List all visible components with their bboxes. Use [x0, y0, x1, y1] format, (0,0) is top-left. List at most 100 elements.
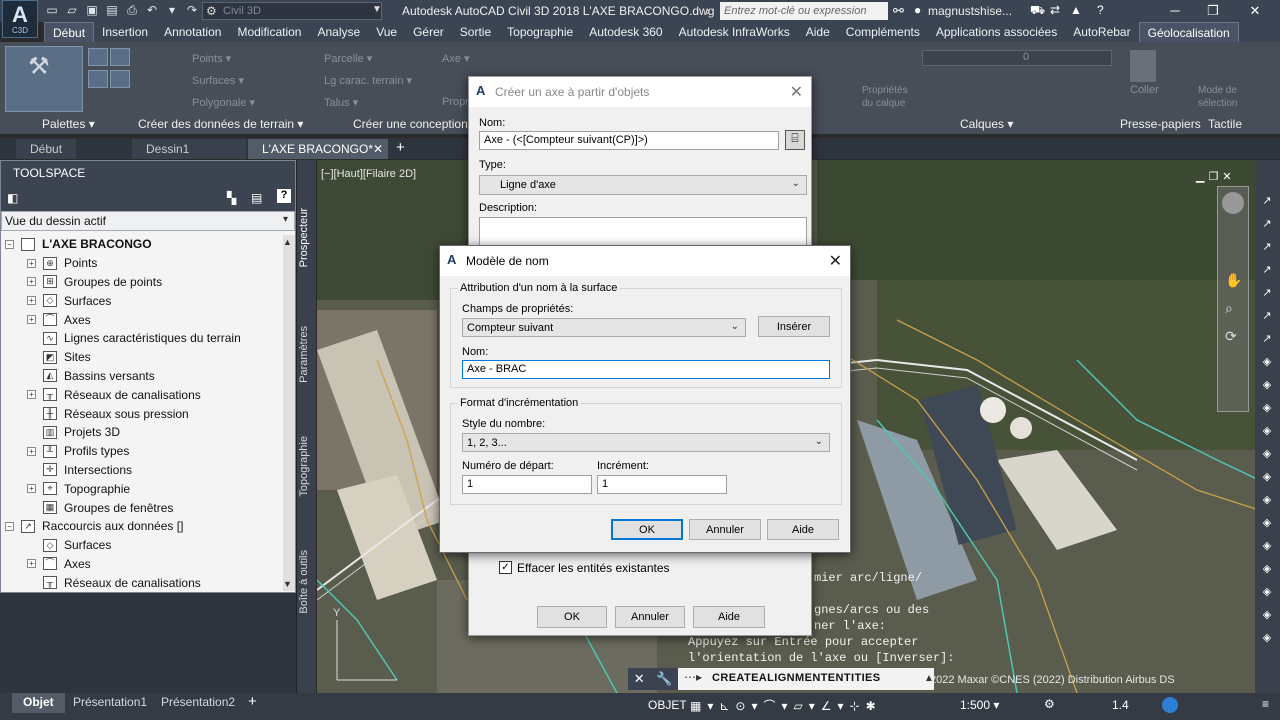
expand-icon[interactable]: + [27, 446, 36, 456]
axe-button[interactable]: Axe ▾ [442, 52, 470, 65]
expand-icon[interactable]: + [27, 258, 36, 268]
expand-icon[interactable]: + [27, 277, 36, 287]
palette-button[interactable] [110, 70, 130, 88]
tree-root[interactable]: − L'AXE BRACONGO [5, 235, 285, 254]
tree-item-assemblies[interactable]: + ╨ Profils types [5, 442, 285, 461]
redo-icon[interactable]: ↷ [184, 2, 200, 18]
workspace-select[interactable]: Civil 3D [202, 2, 382, 20]
file-tab-debut[interactable]: Début [16, 139, 77, 159]
property-fields-select[interactable]: Compteur suivant ⌄ [462, 318, 746, 337]
close-icon[interactable]: ✕ [829, 251, 842, 271]
tree-item-pipe-networks[interactable]: + ╥ Réseaux de canalisations [5, 385, 285, 404]
tree-item-corridors[interactable]: ▥ Projets 3D [5, 423, 285, 442]
tab-applications[interactable]: Applications associées [928, 22, 1065, 42]
tab-autorebar[interactable]: AutoRebar [1065, 22, 1138, 42]
steering-wheel-icon[interactable] [1222, 192, 1244, 214]
polygonale-button[interactable]: Polygonale ▾ [192, 96, 255, 109]
palette-button[interactable] [88, 48, 108, 66]
new-icon[interactable]: ▭ [44, 2, 60, 18]
side-tab-toolbox[interactable]: Boîte à outils [298, 550, 310, 614]
tab-gerer[interactable]: Gérer [405, 22, 452, 42]
hardware-icon[interactable] [1162, 697, 1178, 713]
paste-button[interactable]: Coller [1130, 84, 1159, 96]
tab-aide[interactable]: Aide [798, 22, 838, 42]
model-space-button[interactable]: OBJET [648, 698, 687, 712]
close-button[interactable]: ✕ [1240, 2, 1270, 20]
palette-button[interactable] [88, 70, 108, 88]
help-icon[interactable]: ? [1097, 3, 1104, 17]
panel-conception[interactable]: Créer une conception ▾ [353, 116, 477, 133]
tree-item-catchments[interactable]: ◭ Bassins versants [5, 367, 285, 386]
dropdown-icon[interactable]: ▾ [164, 2, 180, 18]
panel-palettes[interactable]: Palettes ▾ [42, 116, 95, 133]
insert-button[interactable]: Insérer [758, 316, 830, 337]
expand-icon[interactable]: + [27, 296, 36, 306]
panel-clipboard[interactable]: Presse-papiers [1120, 116, 1201, 133]
type-select[interactable]: Ligne d'axe ⌄ [479, 175, 807, 195]
cart-icon[interactable]: ⛟ [1030, 3, 1045, 19]
panel-terrain[interactable]: Créer des données de terrain ▾ [138, 116, 303, 133]
tree-item-point-groups[interactable]: + ⊞ Groupes de points [5, 273, 285, 292]
chevron-down-icon[interactable]: ▼ [372, 4, 382, 15]
tree-item-survey[interactable]: + ⌖ Topographie [5, 479, 285, 498]
command-input[interactable]: CREATEALIGNMENTENTITIES [678, 668, 934, 690]
description-input[interactable] [479, 217, 807, 247]
palette-button[interactable] [110, 48, 130, 66]
open-icon[interactable]: ▱ [64, 2, 80, 18]
expand-icon[interactable]: + [27, 390, 36, 400]
saveas-icon[interactable]: ▤ [104, 2, 120, 18]
gear-icon[interactable]: ⚙ [1044, 697, 1055, 711]
snap-tool-icons[interactable]: ↗ ↗ ↗ ↗ ↗ ↗ ↗ ◈ ◈ ◈ ◈ ◈ ◈ ◈ ◈ ◈ ◈ ◈ ◈ ◈ [1260, 190, 1274, 650]
tree-item-intersections[interactable]: ✛ Intersections [5, 461, 285, 480]
annotation-scale[interactable]: 1:500 ▾ [960, 698, 999, 712]
layer-properties-button[interactable]: Propriétés du calque [862, 84, 918, 110]
orbit-icon[interactable]: ⟳ [1225, 328, 1237, 345]
file-tab-dessin1[interactable]: Dessin1 [132, 139, 246, 159]
app-logo[interactable]: A C3D [2, 0, 38, 38]
tree-item-view-frames[interactable]: ▦ Groupes de fenêtres [5, 498, 285, 517]
tree-shortcut-axes[interactable]: + ⌒ Axes [5, 555, 285, 574]
panel-calques[interactable]: Calques ▾ [960, 116, 1013, 133]
zoom-icon[interactable]: ⌕ [1225, 300, 1233, 317]
viewport-controls[interactable]: [−][Haut][Filaire 2D] [321, 168, 416, 180]
pin-icon[interactable]: ◧ [7, 191, 18, 205]
user-name[interactable]: magnustshise... [928, 4, 1012, 18]
exchange-icon[interactable]: ⇄ [1050, 3, 1060, 17]
maximize-icon[interactable]: ❐ [1208, 170, 1218, 183]
tree-item-sites[interactable]: ◩ Sites [5, 348, 285, 367]
layout-icon[interactable]: ▚ [227, 191, 236, 205]
tree-data-shortcuts[interactable]: − ↗ Raccourcis aux données [] [5, 517, 285, 536]
ok-button[interactable]: OK [537, 606, 607, 628]
talus-button[interactable]: Talus ▾ [324, 96, 358, 109]
tree-item-feature-lines[interactable]: ∿ Lignes caractéristiques du terrain [5, 329, 285, 348]
lg-carac-button[interactable]: Lg carac. terrain ▾ [324, 74, 412, 87]
ok-button[interactable]: OK [611, 519, 683, 540]
side-tab-parametres[interactable]: Paramètres [298, 326, 310, 383]
tab-annotation[interactable]: Annotation [156, 22, 229, 42]
help-icon[interactable]: ? [277, 189, 291, 203]
tree-item-pressure-networks[interactable]: ╫ Réseaux sous pression [5, 404, 285, 423]
tab-autodesk360[interactable]: Autodesk 360 [581, 22, 670, 42]
tab-infraworks[interactable]: Autodesk InfraWorks [671, 22, 798, 42]
a360-icon[interactable]: ▲ [1070, 3, 1082, 17]
help-button[interactable]: Aide [693, 606, 765, 628]
print-icon[interactable]: ⎙ [124, 2, 140, 18]
pan-icon[interactable]: ✋ [1225, 272, 1242, 289]
tree-item-surfaces[interactable]: + ◇ Surfaces [5, 291, 285, 310]
close-icon[interactable]: ✕ [634, 671, 645, 687]
tab-topographie[interactable]: Topographie [499, 22, 581, 42]
increment-input[interactable]: 1 [597, 475, 727, 494]
tab-debut[interactable]: Début [44, 22, 95, 42]
scroll-down-icon[interactable]: ▼ [283, 579, 292, 589]
expand-icon[interactable]: + [27, 315, 36, 325]
table-icon[interactable]: ▤ [251, 191, 262, 205]
tab-geolocalisation[interactable]: Géolocalisation [1138, 22, 1239, 42]
minimize-icon[interactable]: ▁ [1196, 170, 1204, 183]
template-name-input[interactable]: Axe - BRAC [462, 360, 830, 379]
layer-combo[interactable]: 0 [922, 50, 1112, 66]
navigation-bar[interactable] [1217, 186, 1249, 412]
add-layout-button[interactable]: + [248, 693, 257, 710]
side-tab-topographie[interactable]: Topographie [298, 436, 310, 497]
help-button[interactable]: Aide [767, 519, 839, 540]
start-number-input[interactable]: 1 [462, 475, 592, 494]
